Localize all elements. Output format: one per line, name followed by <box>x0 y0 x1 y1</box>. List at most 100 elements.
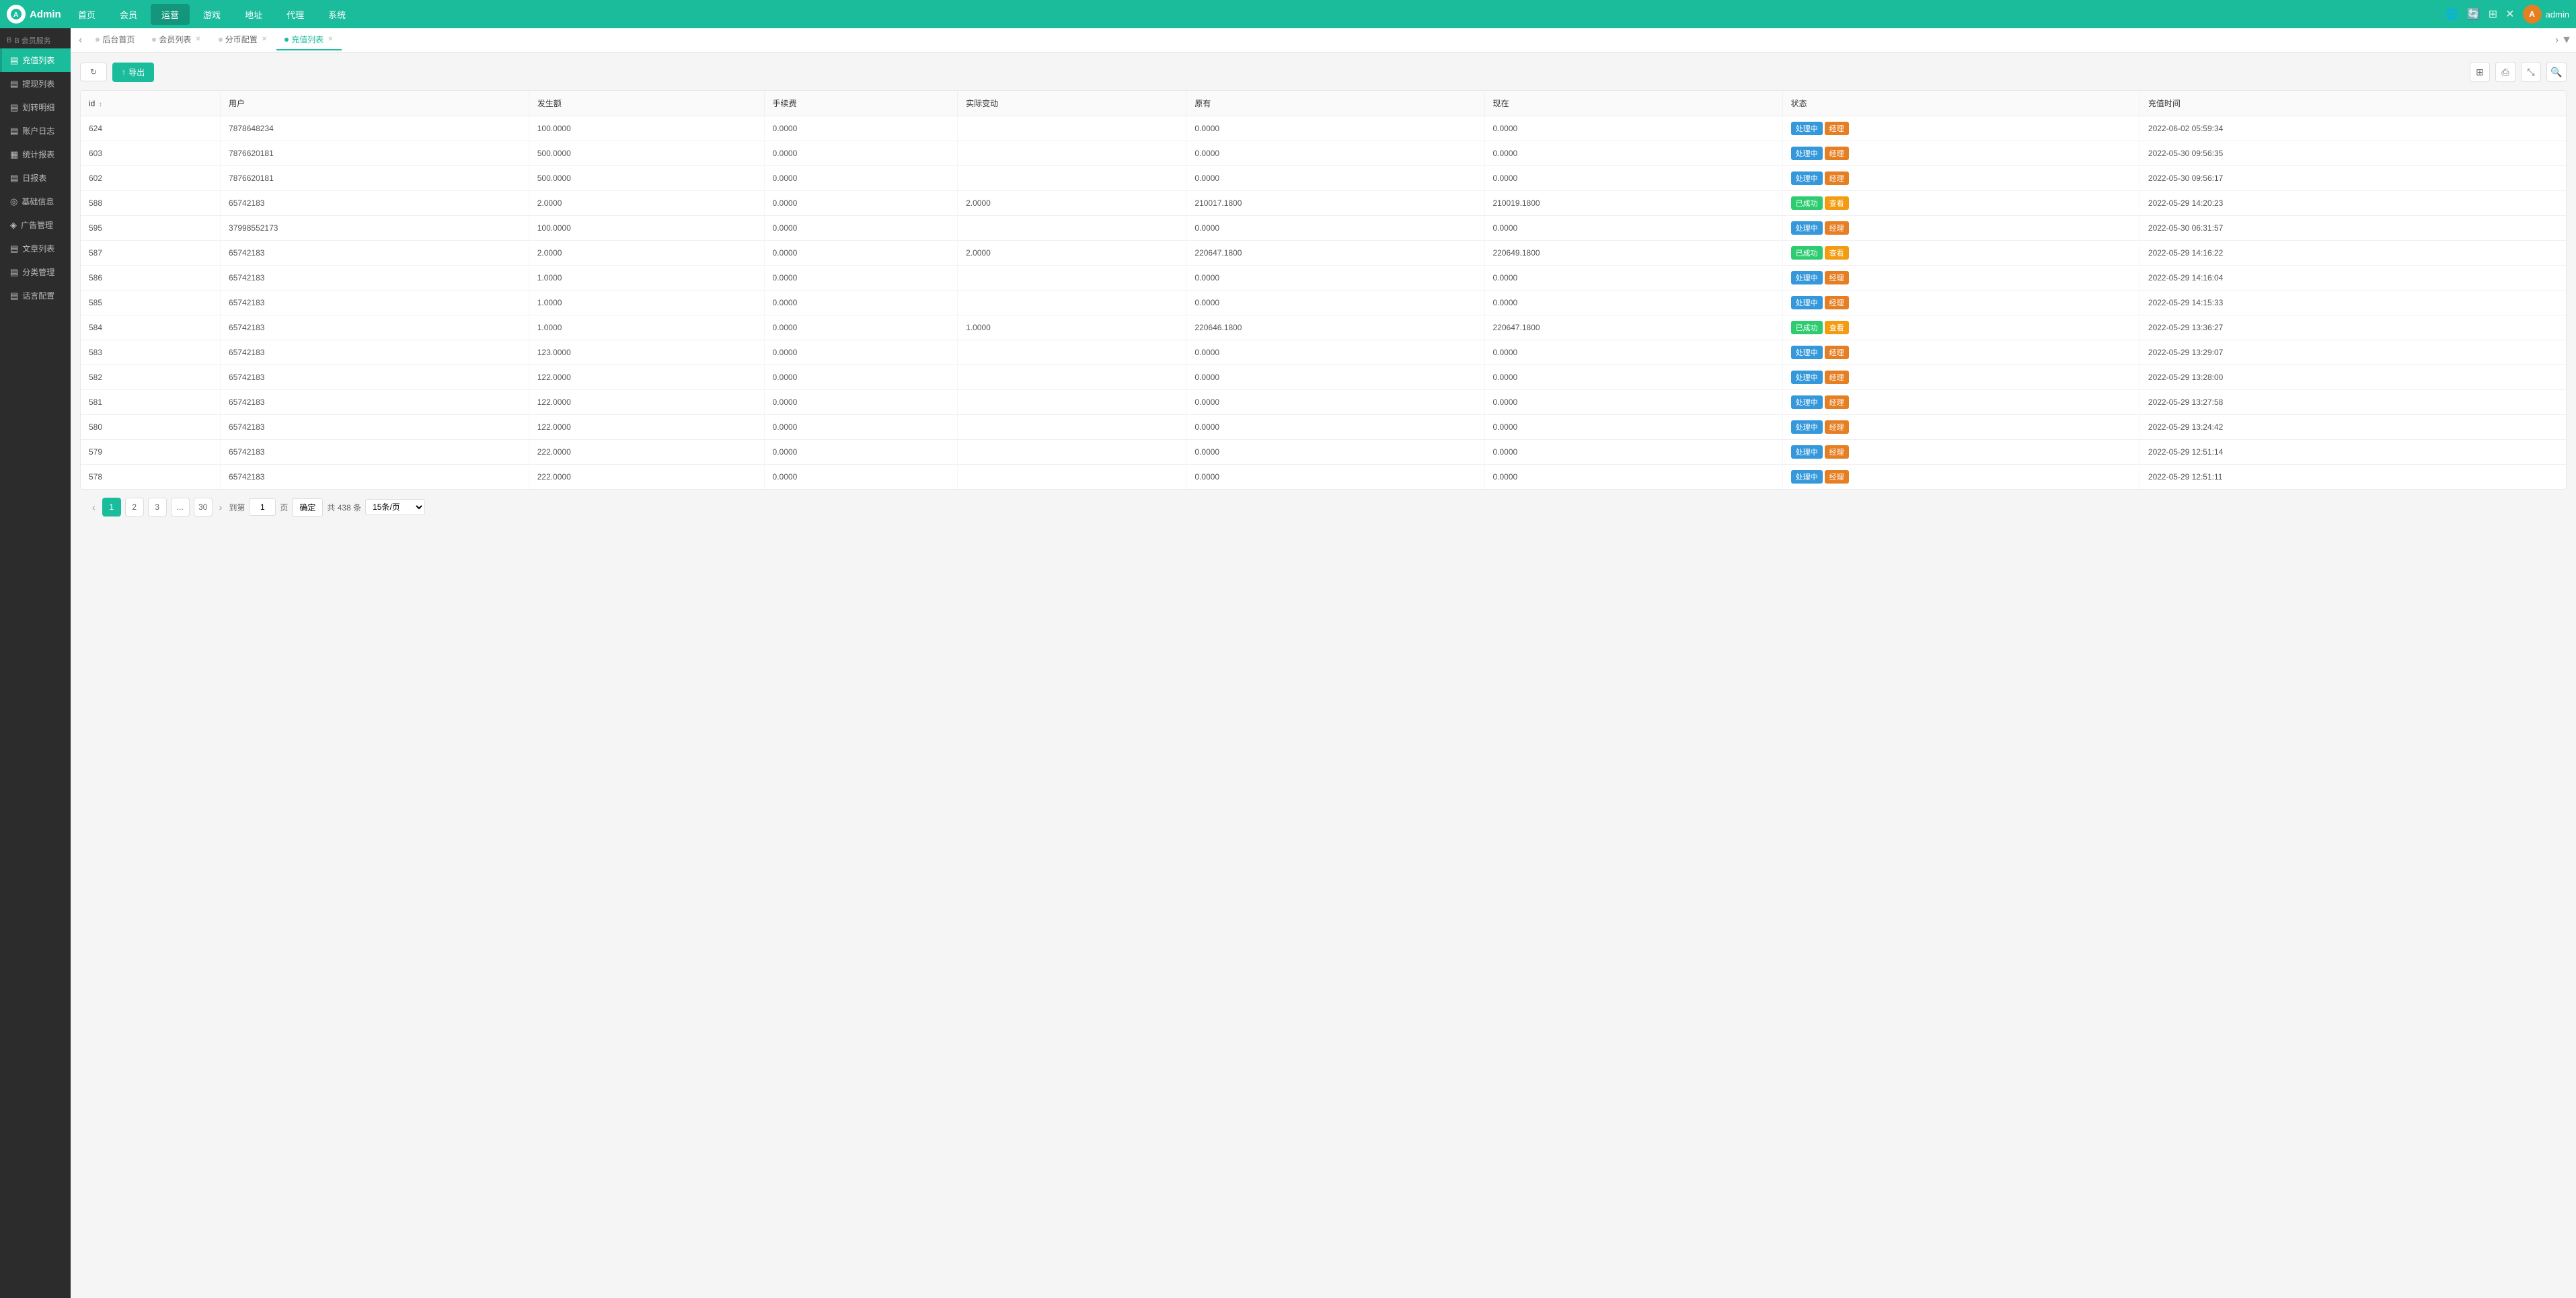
sidebar-item-recharge[interactable]: ▤ 充值列表 <box>0 48 71 72</box>
fullscreen-button[interactable]: ⤡ <box>2521 62 2541 82</box>
tab-home[interactable]: 后台首页 <box>87 30 143 50</box>
cell-12-2: 122.0000 <box>529 415 764 440</box>
cell-12-5: 0.0000 <box>1186 415 1484 440</box>
status-badge[interactable]: 经理 <box>1825 371 1849 384</box>
nav-item-system[interactable]: 系统 <box>317 4 356 25</box>
nav-item-address[interactable]: 地址 <box>234 4 273 25</box>
status-badge[interactable]: 经理 <box>1825 271 1849 284</box>
status-badge[interactable]: 查看 <box>1825 246 1849 260</box>
cell-0-1: 7878648234 <box>221 116 529 141</box>
cell-11-6: 0.0000 <box>1484 390 1782 415</box>
sidebar-item-transfer[interactable]: ▤ 划转明细 <box>0 96 71 119</box>
pagination-prev[interactable]: ‹ <box>89 502 98 512</box>
tab-split-config[interactable]: 分币配置 ✕ <box>211 30 275 50</box>
cell-8-0: 584 <box>81 315 221 340</box>
page-size-select[interactable]: 15条/页 30条/页 50条/页 <box>365 499 425 515</box>
tab-nav-right-icon[interactable]: › <box>2555 34 2559 46</box>
status-badge: 处理中 <box>1791 395 1823 409</box>
print-button[interactable]: ⎙ <box>2495 62 2515 82</box>
nav-item-games[interactable]: 游戏 <box>192 4 231 25</box>
cell-14-4 <box>958 465 1186 490</box>
cell-5-5: 220647.1800 <box>1186 241 1484 266</box>
cell-4-1: 37998552173 <box>221 216 529 241</box>
nav-item-agent[interactable]: 代理 <box>276 4 315 25</box>
tab-prev-icon[interactable]: ‹ <box>75 34 86 46</box>
sidebar-item-withdraw[interactable]: ▤ 提现列表 <box>0 72 71 96</box>
sidebar-item-category[interactable]: ▤ 分类管理 <box>0 260 71 284</box>
globe-icon[interactable]: 🌐 <box>2446 7 2459 21</box>
pagination-next[interactable]: › <box>217 502 225 512</box>
page-btn-3[interactable]: 3 <box>148 498 167 517</box>
sidebar-item-ads[interactable]: ◈ 广告管理 <box>0 213 71 237</box>
sidebar-section-text: B 会员服务 <box>14 35 50 46</box>
page-btn-30[interactable]: 30 <box>194 498 213 517</box>
tab-recharge[interactable]: 充值列表 ✕ <box>276 30 341 50</box>
cell-9-2: 123.0000 <box>529 340 764 365</box>
cell-7-5: 0.0000 <box>1186 291 1484 315</box>
page-btn-2[interactable]: 2 <box>125 498 144 517</box>
cell-1-6: 0.0000 <box>1484 141 1782 166</box>
status-badge[interactable]: 经理 <box>1825 395 1849 409</box>
cell-13-3: 0.0000 <box>764 440 958 465</box>
nav-item-home[interactable]: 首页 <box>67 4 106 25</box>
cell-12-1: 65742183 <box>221 415 529 440</box>
user-area[interactable]: A admin <box>2523 5 2569 24</box>
transfer-icon: ▤ <box>10 102 18 113</box>
tab-recharge-close[interactable]: ✕ <box>328 36 333 43</box>
lang-icon: ▤ <box>10 291 18 301</box>
status-badge[interactable]: 经理 <box>1825 171 1849 185</box>
sidebar-item-stats[interactable]: ▦ 统计报表 <box>0 143 71 166</box>
cell-9-6: 0.0000 <box>1484 340 1782 365</box>
close-nav-icon[interactable]: ✕ <box>2505 7 2514 21</box>
status-badge[interactable]: 经理 <box>1825 346 1849 359</box>
cell-9-1: 65742183 <box>221 340 529 365</box>
cell-8-1: 65742183 <box>221 315 529 340</box>
cell-1-1: 7876620181 <box>221 141 529 166</box>
status-badge[interactable]: 经理 <box>1825 470 1849 484</box>
search-button[interactable]: 🔍 <box>2546 62 2567 82</box>
grid-icon[interactable]: ⊞ <box>2489 7 2497 21</box>
table-row: 57965742183222.00000.00000.00000.0000处理中… <box>81 440 2566 465</box>
sidebar-item-account-log[interactable]: ▤ 账户日志 <box>0 119 71 143</box>
tab-members[interactable]: 会员列表 ✕ <box>144 30 209 50</box>
cell-14-5: 0.0000 <box>1186 465 1484 490</box>
status-badge[interactable]: 查看 <box>1825 196 1849 210</box>
status-badge[interactable]: 经理 <box>1825 296 1849 309</box>
status-badge[interactable]: 经理 <box>1825 122 1849 135</box>
status-badge: 处理中 <box>1791 371 1823 384</box>
goto-input[interactable] <box>249 498 276 516</box>
nav-item-members[interactable]: 会员 <box>109 4 148 25</box>
page-btn-1[interactable]: 1 <box>102 498 121 517</box>
tab-dropdown-icon[interactable]: ▼ <box>2561 34 2572 46</box>
cell-7-6: 0.0000 <box>1484 291 1782 315</box>
app-logo: A Admin <box>7 5 67 24</box>
cell-10-7: 处理中经理 <box>1782 365 2139 390</box>
sidebar-item-lang[interactable]: ▤ 话言配置 <box>0 284 71 307</box>
sidebar-item-daily-label: 日报表 <box>22 172 46 184</box>
cell-2-6: 0.0000 <box>1484 166 1782 191</box>
cell-8-7: 已成功查看 <box>1782 315 2139 340</box>
refresh-nav-icon[interactable]: 🔄 <box>2467 7 2480 21</box>
status-badge[interactable]: 经理 <box>1825 445 1849 459</box>
status-badge[interactable]: 查看 <box>1825 321 1849 334</box>
cell-3-4: 2.0000 <box>958 191 1186 216</box>
tab-split-label: 分币配置 <box>225 34 258 45</box>
tab-split-close[interactable]: ✕ <box>262 36 267 43</box>
cell-10-4 <box>958 365 1186 390</box>
sidebar-item-articles[interactable]: ▤ 文章列表 <box>0 237 71 260</box>
refresh-button[interactable]: ↻ <box>80 63 107 81</box>
nav-item-operations[interactable]: 运营 <box>151 4 190 25</box>
sidebar-item-basic-info[interactable]: ◎ 基础信息 <box>0 190 71 213</box>
sidebar-item-daily[interactable]: ▤ 日报表 <box>0 166 71 190</box>
goto-confirm-button[interactable]: 确定 <box>292 498 323 517</box>
cell-0-8: 2022-06-02 05:59:34 <box>2139 116 2566 141</box>
export-button[interactable]: ↑ 导出 <box>112 63 154 82</box>
column-toggle-button[interactable]: ⊞ <box>2470 62 2490 82</box>
status-badge[interactable]: 经理 <box>1825 147 1849 160</box>
status-badge[interactable]: 经理 <box>1825 221 1849 235</box>
sort-id-icon[interactable]: ↕ <box>99 101 102 108</box>
tab-members-close[interactable]: ✕ <box>195 36 200 43</box>
cell-3-7: 已成功查看 <box>1782 191 2139 216</box>
status-badge[interactable]: 经理 <box>1825 420 1849 434</box>
cell-0-3: 0.0000 <box>764 116 958 141</box>
